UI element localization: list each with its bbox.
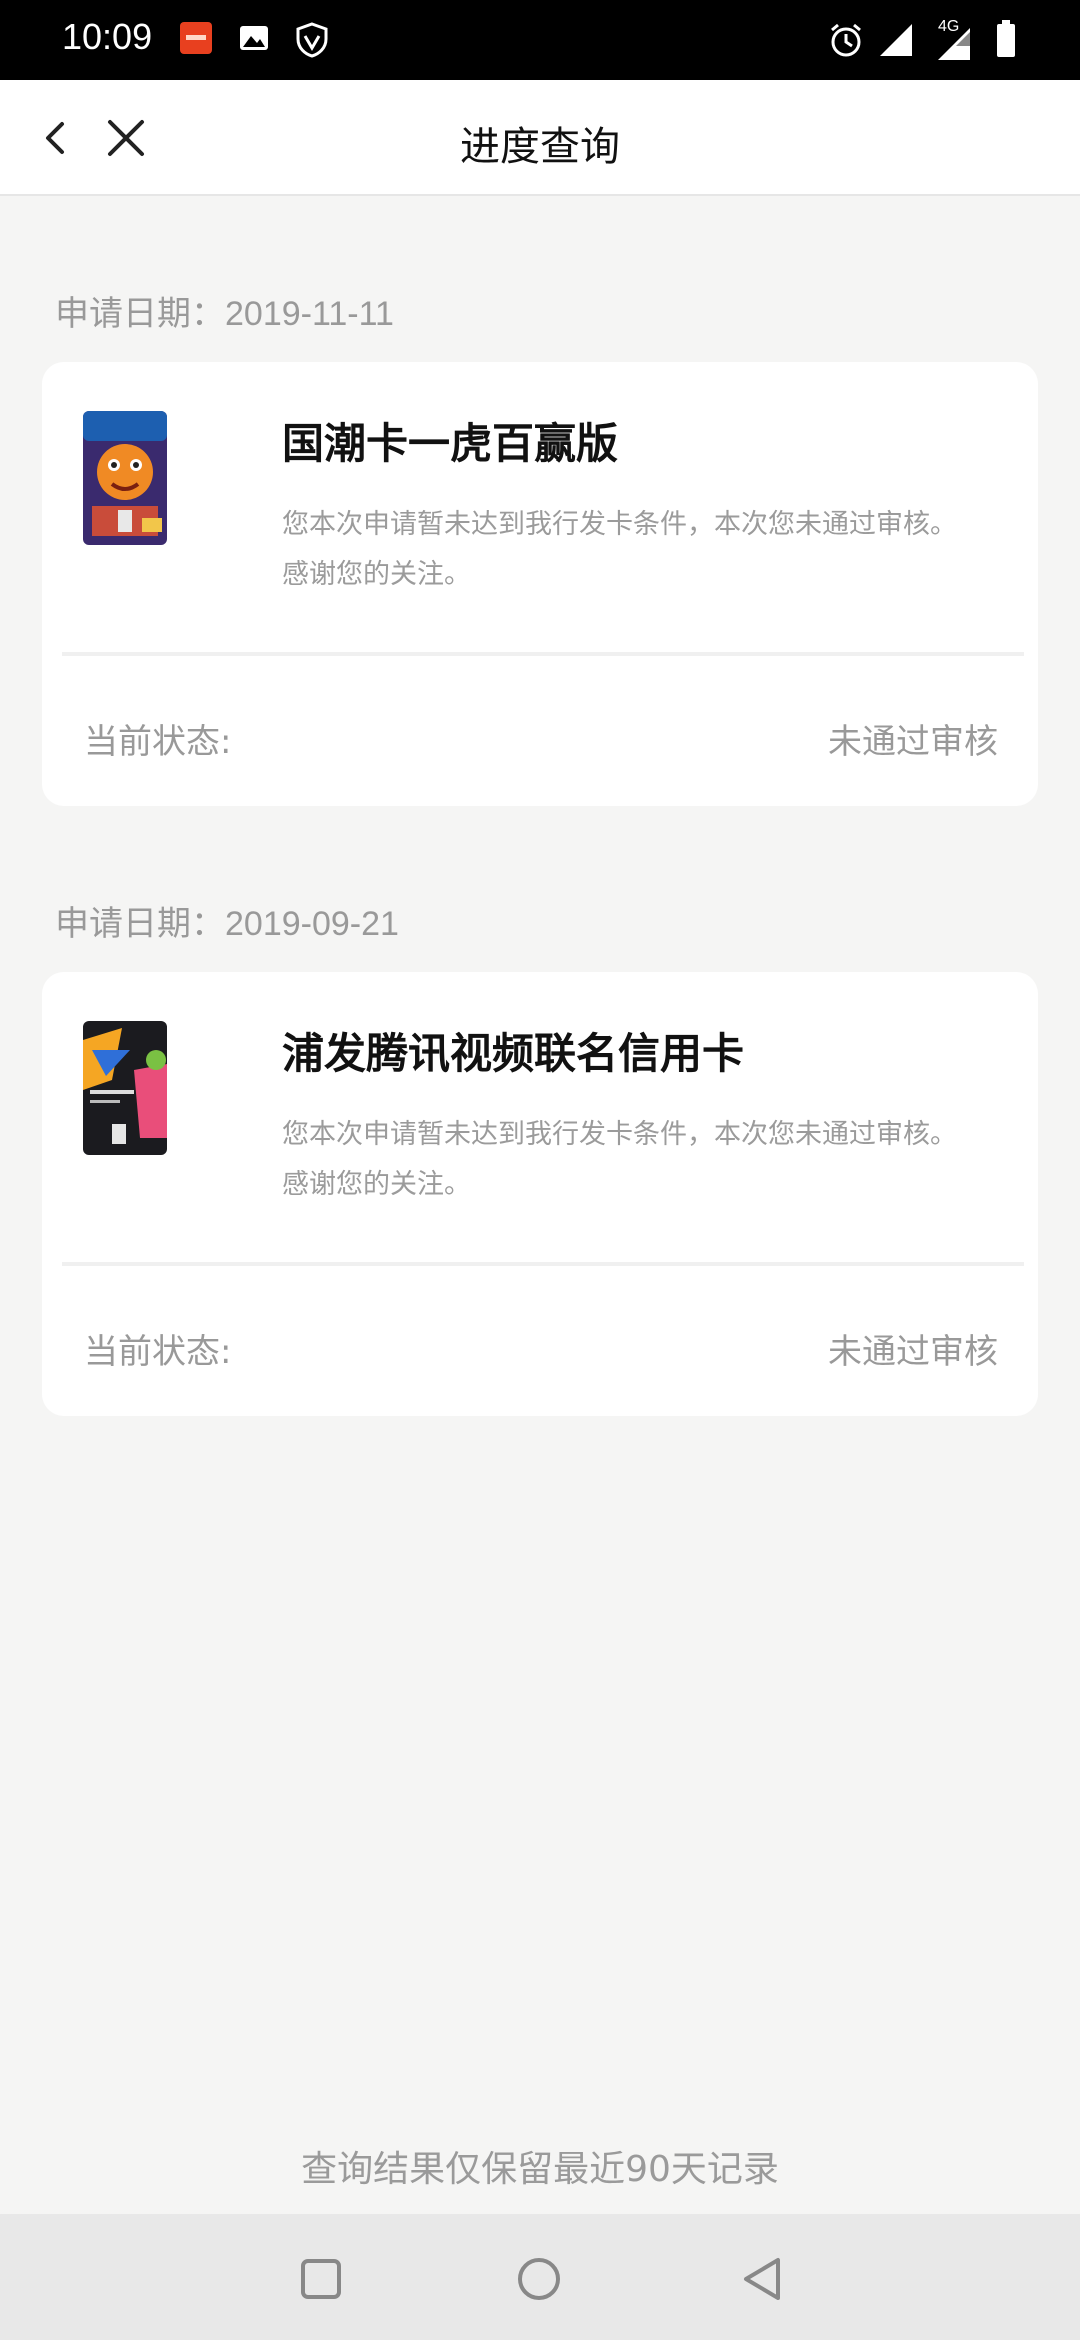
photo-icon (240, 26, 268, 50)
shield-icon (296, 22, 328, 58)
application-card[interactable]: 国潮卡一虎百赢版 您本次申请暂未达到我行发卡条件，本次您未通过审核。 感谢您的关… (42, 362, 1038, 806)
application-date: 申请日期：2019-09-21 (55, 905, 399, 943)
current-status-value: 未通过审核 (828, 722, 998, 762)
application-result-message: 您本次申请暂未达到我行发卡条件，本次您未通过审核。 感谢您的关注。 (282, 500, 1002, 600)
home-circle-icon[interactable] (514, 2254, 564, 2304)
back-triangle-icon[interactable] (738, 2254, 788, 2304)
recents-square-icon[interactable] (296, 2254, 346, 2304)
alarm-icon (831, 23, 861, 57)
top-nav-header: 进度查询 (0, 80, 1080, 196)
current-status-label: 当前状态: (84, 1332, 232, 1372)
result-message-line: 您本次申请暂未达到我行发卡条件，本次您未通过审核。 (282, 509, 957, 540)
battery-icon (997, 20, 1015, 57)
records-retention-note: 查询结果仅保留最近90天记录 (301, 2149, 779, 2190)
signal-4g-icon (938, 28, 970, 60)
status-bar: 10:09 4G (0, 0, 1080, 80)
system-nav-bar (0, 2214, 1080, 2340)
divider (62, 652, 1024, 656)
tencent-video-card-image (83, 1021, 167, 1155)
current-status-label: 当前状态: (84, 722, 232, 762)
signal-icon (880, 24, 912, 56)
result-message-line: 您本次申请暂未达到我行发卡条件，本次您未通过审核。 (282, 1119, 957, 1150)
card-product-name: 浦发腾讯视频联名信用卡 (282, 1029, 745, 1078)
card-product-name: 国潮卡一虎百赢版 (282, 419, 619, 468)
status-time: 10:09 (62, 16, 153, 57)
application-result-message: 您本次申请暂未达到我行发卡条件，本次您未通过审核。 感谢您的关注。 (282, 1110, 1002, 1210)
tiger-card-image (83, 411, 167, 545)
application-date: 申请日期：2019-11-11 (55, 295, 394, 333)
result-message-line: 感谢您的关注。 (282, 1169, 471, 1200)
application-card[interactable]: 浦发腾讯视频联名信用卡 您本次申请暂未达到我行发卡条件，本次您未通过审核。 感谢… (42, 972, 1038, 1416)
current-status-value: 未通过审核 (828, 1332, 998, 1372)
result-message-line: 感谢您的关注。 (282, 559, 471, 590)
bank-app-icon (180, 22, 212, 54)
divider (62, 1262, 1024, 1266)
page-title: 进度查询 (460, 124, 620, 170)
